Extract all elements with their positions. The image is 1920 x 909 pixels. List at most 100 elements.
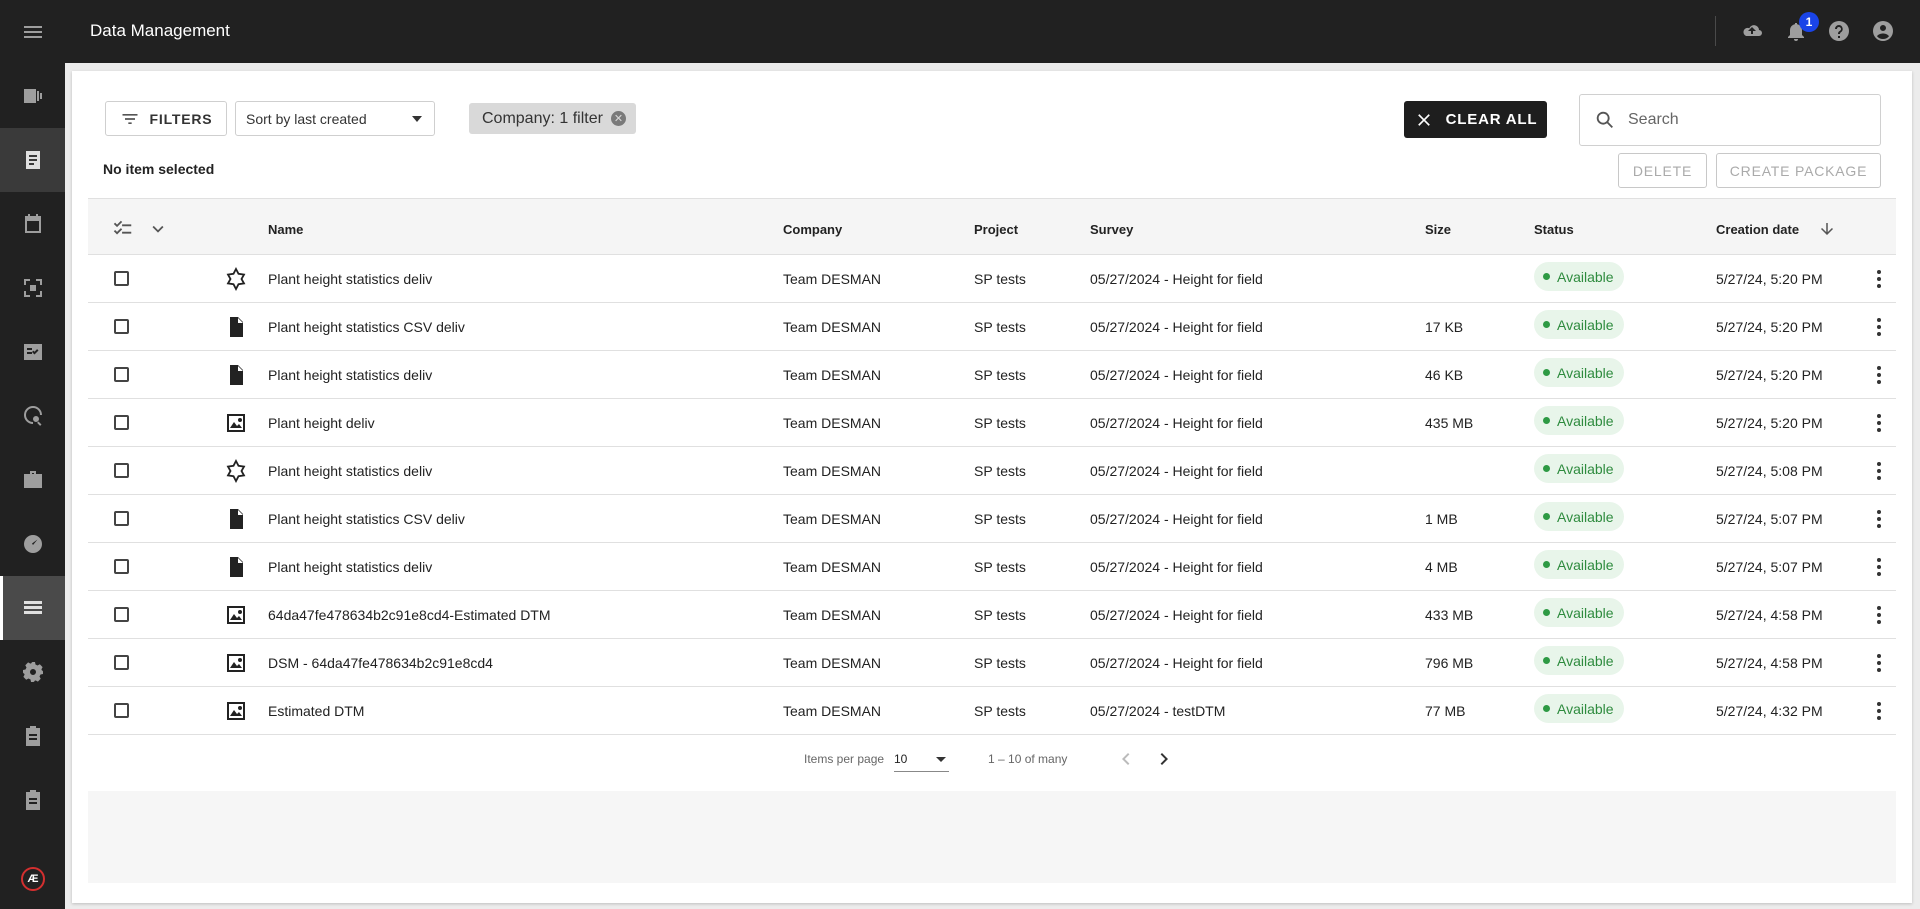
select-menu-button[interactable] (147, 218, 169, 243)
cell-survey: 05/27/2024 - Height for field (1090, 367, 1263, 383)
cell-name[interactable]: Plant height statistics CSV deliv (268, 319, 465, 335)
sort-select[interactable]: Sort by last created (235, 101, 435, 136)
row-checkbox[interactable] (114, 415, 129, 430)
status-dot (1543, 609, 1550, 616)
cell-size: 433 MB (1425, 607, 1474, 623)
table-row[interactable]: Plant height statistics deliv Team DESMAN… (88, 351, 1896, 399)
clear-all-button[interactable]: CLEAR ALL (1404, 101, 1547, 138)
table-row[interactable]: Plant height statistics CSV deliv Team DE… (88, 495, 1896, 543)
column-header-name[interactable]: Name (268, 222, 303, 237)
row-checkbox[interactable] (114, 271, 129, 286)
row-checkbox[interactable] (114, 511, 129, 526)
rail-item-settings[interactable] (0, 640, 65, 704)
more-options-button[interactable] (1867, 555, 1891, 579)
row-checkbox[interactable] (114, 319, 129, 334)
rail-item-scan[interactable] (0, 256, 65, 320)
rail-item-checklist[interactable] (0, 320, 65, 384)
more-options-button[interactable] (1867, 603, 1891, 627)
more-options-button[interactable] (1867, 507, 1891, 531)
pagination: Items per page 10 1 – 10 of many (88, 735, 1896, 785)
column-header-survey[interactable]: Survey (1090, 222, 1133, 237)
clear-all-label: CLEAR ALL (1445, 111, 1538, 128)
company-filter-chip[interactable]: Company: 1 filter ✕ (469, 103, 636, 134)
more-options-button[interactable] (1867, 315, 1891, 339)
more-options-button[interactable] (1867, 411, 1891, 435)
cell-name[interactable]: Plant height statistics deliv (268, 463, 432, 479)
raster-icon (224, 411, 248, 435)
rail-item-documents[interactable] (0, 128, 65, 192)
menu-icon (23, 26, 42, 38)
cell-name[interactable]: Estimated DTM (268, 703, 364, 719)
items-per-page-select[interactable]: 10 (894, 746, 949, 772)
rail-item-tasks[interactable] (0, 768, 65, 832)
rail-item-calendar[interactable] (0, 192, 65, 256)
table-row[interactable]: Plant height deliv Team DESMAN SP tests 05/… (88, 399, 1896, 447)
table-row[interactable]: Plant height statistics deliv Team DESMAN… (88, 543, 1896, 591)
row-checkbox[interactable] (114, 607, 129, 622)
cell-name[interactable]: Plant height statistics deliv (268, 559, 432, 575)
delete-button[interactable]: DELETE (1618, 153, 1707, 188)
more-options-button[interactable] (1867, 699, 1891, 723)
more-options-button[interactable] (1867, 363, 1891, 387)
gear-icon (22, 662, 43, 682)
status-badge: Available (1534, 646, 1624, 675)
previous-page-button[interactable] (1114, 747, 1138, 774)
row-checkbox[interactable] (114, 463, 129, 478)
filters-button[interactable]: FILTERS (105, 101, 227, 136)
cell-name[interactable]: Plant height statistics deliv (268, 367, 432, 383)
table-row[interactable]: Estimated DTM Team DESMAN SP tests 05/27/20… (88, 687, 1896, 735)
column-header-creation-date[interactable]: Creation date (1716, 222, 1799, 237)
menu-button[interactable] (0, 0, 65, 64)
cell-name[interactable]: DSM - 64da47fe478634b2c91e8cd4 (268, 655, 493, 671)
column-header-company[interactable]: Company (783, 222, 842, 237)
search-input[interactable] (1628, 111, 1868, 129)
cell-name[interactable]: Plant height statistics CSV deliv (268, 511, 465, 527)
more-vert-icon (1877, 702, 1881, 720)
status-badge: Available (1534, 454, 1624, 483)
status-badge: Available (1534, 262, 1624, 291)
row-checkbox[interactable] (114, 703, 129, 718)
cell-name[interactable]: Plant height statistics deliv (268, 271, 432, 287)
chevron-down-icon (936, 757, 946, 762)
cell-survey: 05/27/2024 - Height for field (1090, 511, 1263, 527)
column-header-status[interactable]: Status (1534, 222, 1574, 237)
raster-icon (224, 603, 248, 627)
cell-project: SP tests (974, 511, 1026, 527)
table-header: Name Company Project Survey Size Status … (88, 198, 1896, 255)
more-options-button[interactable] (1867, 267, 1891, 291)
table-row[interactable]: Plant height statistics CSV deliv Team DE… (88, 303, 1896, 351)
rail-item-inspect[interactable] (0, 384, 65, 448)
rail-item-reports[interactable] (0, 704, 65, 768)
rail-item-projects[interactable] (0, 448, 65, 512)
row-checkbox[interactable] (114, 367, 129, 382)
table-row[interactable]: DSM - 64da47fe478634b2c91e8cd4 Team DESMA… (88, 639, 1896, 687)
cell-name[interactable]: 64da47fe478634b2c91e8cd4-Estimated DTM (268, 607, 551, 623)
row-checkbox[interactable] (114, 655, 129, 670)
rail-item-maps[interactable] (0, 64, 65, 128)
chevron-left-icon (1122, 753, 1130, 765)
row-checkbox[interactable] (114, 559, 129, 574)
table-row[interactable]: Plant height statistics deliv Team DESMAN… (88, 447, 1896, 495)
column-header-project[interactable]: Project (974, 222, 1018, 237)
cell-company: Team DESMAN (783, 511, 882, 527)
cell-company: Team DESMAN (783, 415, 882, 431)
select-all-button[interactable] (112, 218, 134, 243)
rail-item-data-management[interactable] (0, 576, 65, 640)
brand-logo[interactable]: Æ (21, 867, 45, 891)
more-options-button[interactable] (1867, 651, 1891, 675)
account-button[interactable] (1870, 18, 1896, 44)
chip-remove-icon[interactable]: ✕ (610, 111, 626, 126)
rail-item-analytics[interactable] (0, 512, 65, 576)
table-row[interactable]: 64da47fe478634b2c91e8cd4-Estimated DTM Te… (88, 591, 1896, 639)
sort-descending-icon[interactable] (1818, 220, 1836, 241)
next-page-button[interactable] (1152, 747, 1176, 774)
help-button[interactable] (1826, 18, 1852, 44)
column-header-size[interactable]: Size (1425, 222, 1451, 237)
table-row[interactable]: Plant height statistics deliv Team DESMAN… (88, 255, 1896, 303)
cell-name[interactable]: Plant height deliv (268, 415, 375, 431)
more-options-button[interactable] (1867, 459, 1891, 483)
notifications-button[interactable]: 1 (1783, 12, 1819, 44)
cell-creation-date: 5/27/24, 5:08 PM (1716, 463, 1823, 479)
create-package-button[interactable]: CREATE PACKAGE (1716, 153, 1881, 188)
upload-button[interactable] (1739, 18, 1765, 44)
